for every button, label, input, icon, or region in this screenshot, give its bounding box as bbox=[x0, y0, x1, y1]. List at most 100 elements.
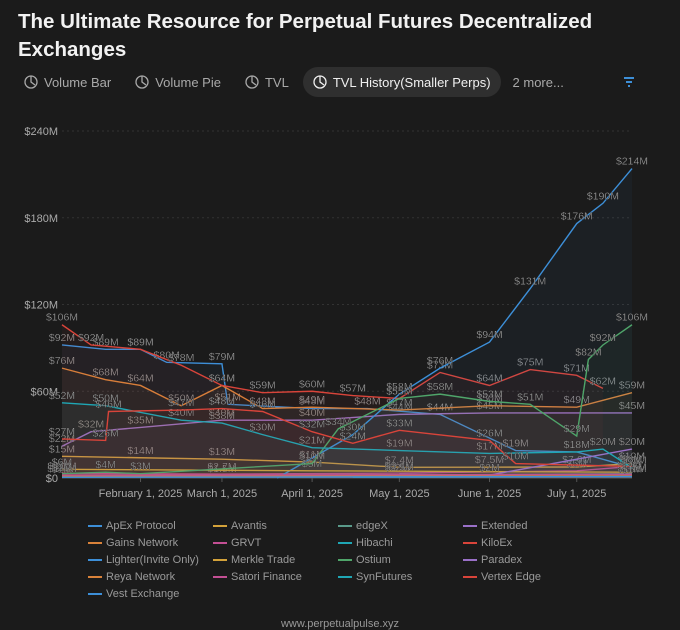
data-label: $46M bbox=[95, 398, 121, 410]
series-line bbox=[62, 477, 632, 478]
data-label: $10M bbox=[503, 451, 529, 463]
data-label: $131M bbox=[514, 276, 546, 288]
pie-chart-icon bbox=[135, 75, 149, 89]
legend-label: Lighter(Invite Only) bbox=[106, 554, 199, 566]
data-label: $176M bbox=[561, 211, 593, 223]
legend-swatch bbox=[88, 593, 102, 595]
legend-label: edgeX bbox=[356, 520, 388, 532]
data-label: $57M bbox=[340, 383, 366, 395]
legend-label: Gains Network bbox=[106, 537, 178, 549]
legend-item[interactable]: Lighter(Invite Only) bbox=[88, 552, 213, 568]
pie-chart-icon bbox=[245, 75, 259, 89]
x-tick-label: June 1, 2025 bbox=[458, 488, 522, 500]
legend-swatch bbox=[213, 542, 227, 544]
tab-tvl[interactable]: TVL bbox=[235, 67, 299, 97]
legend-label: KiloEx bbox=[481, 537, 512, 549]
data-label: $33M bbox=[386, 417, 412, 429]
legend-swatch bbox=[213, 559, 227, 561]
data-label: $60M bbox=[299, 378, 325, 390]
data-label: $20M bbox=[619, 436, 645, 448]
data-label: $52M bbox=[49, 390, 75, 402]
legend-swatch bbox=[213, 576, 227, 578]
legend-item[interactable]: KiloEx bbox=[463, 535, 588, 551]
data-label: $51M bbox=[517, 391, 543, 403]
legend-label: Paradex bbox=[481, 554, 522, 566]
data-label: $18M bbox=[564, 439, 590, 451]
legend-label: SynFutures bbox=[356, 571, 412, 583]
legend-item[interactable]: Extended bbox=[463, 518, 588, 534]
data-label: $106M bbox=[616, 312, 648, 324]
data-label: $76M bbox=[427, 355, 453, 367]
x-tick-label: May 1, 2025 bbox=[369, 488, 430, 500]
legend-swatch bbox=[463, 542, 477, 544]
data-label: $89M bbox=[127, 336, 153, 348]
data-label: $78M bbox=[168, 352, 194, 364]
data-label: $1M bbox=[622, 464, 642, 476]
tab-label: Volume Pie bbox=[155, 75, 221, 90]
y-tick-label: $120M bbox=[24, 300, 58, 312]
tab-volume-pie[interactable]: Volume Pie bbox=[125, 67, 231, 97]
legend-swatch bbox=[88, 576, 102, 578]
data-label: $47M bbox=[168, 397, 194, 409]
legend-label: Avantis bbox=[231, 520, 267, 532]
filter-icon[interactable] bbox=[622, 75, 636, 89]
x-tick-label: July 1, 2025 bbox=[547, 488, 606, 500]
legend-swatch bbox=[463, 559, 477, 561]
legend-label: Merkle Trade bbox=[231, 554, 295, 566]
legend-label: Reya Network bbox=[106, 571, 175, 583]
legend-swatch bbox=[463, 525, 477, 527]
y-tick-label: $180M bbox=[24, 213, 58, 225]
data-label: $26M bbox=[92, 427, 118, 439]
legend-swatch bbox=[338, 542, 352, 544]
legend-item[interactable]: Vertex Edge bbox=[463, 569, 588, 585]
legend-item[interactable]: Hibachi bbox=[338, 535, 463, 551]
legend-label: Hibachi bbox=[356, 537, 393, 549]
legend-swatch bbox=[88, 525, 102, 527]
data-label: $26M bbox=[476, 427, 502, 439]
data-label: $106M bbox=[46, 312, 78, 324]
legend-swatch bbox=[338, 559, 352, 561]
legend-swatch bbox=[88, 542, 102, 544]
legend-label: ApEx Protocol bbox=[106, 520, 176, 532]
tab-label: TVL bbox=[265, 75, 289, 90]
chart-legend: ApEx Protocol Avantis edgeX Extended Gains N… bbox=[88, 518, 588, 602]
legend-item[interactable]: Merkle Trade bbox=[213, 552, 338, 568]
legend-item[interactable]: Paradex bbox=[463, 552, 588, 568]
legend-label: Ostium bbox=[356, 554, 391, 566]
legend-swatch bbox=[213, 525, 227, 527]
data-label: $27M bbox=[49, 426, 75, 438]
data-label: $55M bbox=[386, 385, 412, 397]
legend-item[interactable]: Reya Network bbox=[88, 569, 213, 585]
legend-item[interactable]: ApEx Protocol bbox=[88, 518, 213, 534]
data-label: $24M bbox=[340, 430, 366, 442]
footer-url[interactable]: www.perpetualpulse.xyz bbox=[0, 618, 680, 630]
pie-chart-icon bbox=[313, 75, 327, 89]
tab-tvl-history[interactable]: TVL History(Smaller Perps) bbox=[303, 67, 501, 97]
x-tick-label: February 1, 2025 bbox=[99, 488, 183, 500]
x-tick-label: March 1, 2025 bbox=[187, 488, 257, 500]
legend-item[interactable]: Avantis bbox=[213, 518, 338, 534]
data-label: $58M bbox=[427, 381, 453, 393]
legend-item[interactable]: Vest Exchange bbox=[88, 586, 213, 602]
legend-label: Vertex Edge bbox=[481, 571, 541, 583]
legend-item[interactable]: Satori Finance bbox=[213, 569, 338, 585]
legend-item[interactable]: Ostium bbox=[338, 552, 463, 568]
data-label: $20M bbox=[590, 436, 616, 448]
data-label: $53M bbox=[476, 388, 502, 400]
data-label: $94M bbox=[476, 329, 502, 341]
pie-chart-icon bbox=[24, 75, 38, 89]
legend-swatch bbox=[338, 576, 352, 578]
tab-label: Volume Bar bbox=[44, 75, 111, 90]
tab-volume-bar[interactable]: Volume Bar bbox=[14, 67, 121, 97]
data-label: $190M bbox=[587, 190, 619, 202]
more-tabs-button[interactable]: 2 more... bbox=[505, 75, 572, 90]
legend-item[interactable]: SynFutures bbox=[338, 569, 463, 585]
data-label: $92M bbox=[590, 332, 616, 344]
legend-label: Extended bbox=[481, 520, 527, 532]
legend-item[interactable]: edgeX bbox=[338, 518, 463, 534]
data-label: $79M bbox=[209, 351, 235, 363]
legend-swatch bbox=[463, 576, 477, 578]
legend-item[interactable]: GRVT bbox=[213, 535, 338, 551]
data-label: $59M bbox=[250, 380, 276, 392]
legend-item[interactable]: Gains Network bbox=[88, 535, 213, 551]
